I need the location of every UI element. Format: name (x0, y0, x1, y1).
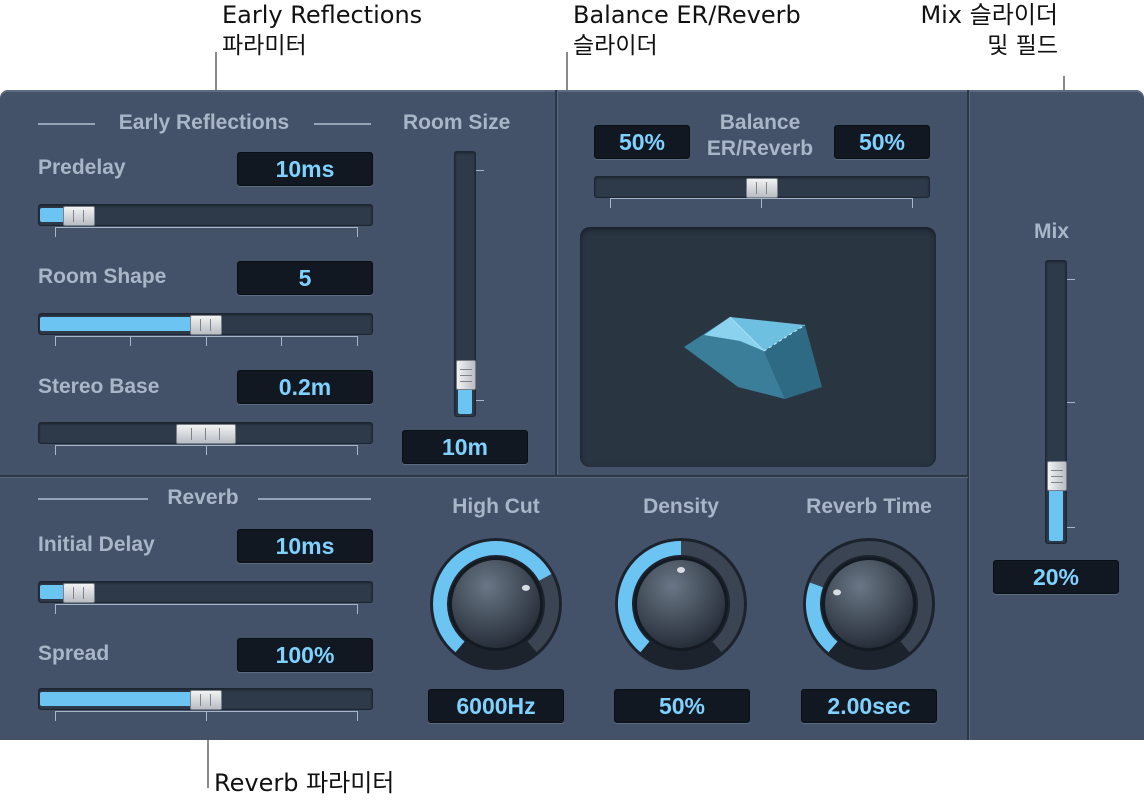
balance-label-line1: Balance (719, 111, 801, 134)
room-shape-ticks (55, 336, 358, 346)
balance-er-reverb-slider[interactable] (594, 176, 930, 198)
callout-reverb-line1: Reverb 파라미터 (214, 769, 395, 797)
predelay-ticks (55, 227, 358, 237)
stereo-base-ticks (55, 445, 358, 455)
knob-cap (825, 560, 913, 648)
callout-balance-line2: 슬라이더 (573, 33, 658, 59)
balance-label-line2: ER/Reverb (706, 137, 814, 160)
high-cut-knob[interactable] (428, 536, 564, 672)
knob-cap (637, 560, 725, 648)
callout-balance-line1: Balance ER/Reverb (573, 1, 801, 29)
reverb-time-label: Reverb Time (806, 495, 932, 518)
reverb-time-field[interactable]: 2.00sec (801, 689, 937, 723)
initial-delay-field[interactable]: 10ms (237, 529, 373, 563)
room-shape-slider-thumb[interactable] (190, 315, 222, 335)
callout-mix-line1: Mix 슬라이더 (920, 1, 1058, 29)
spread-slider-thumb[interactable] (190, 690, 222, 710)
reverb-time-knob[interactable] (801, 536, 937, 672)
mix-label: Mix (1034, 220, 1070, 243)
knob-cap (452, 560, 540, 648)
knob-indicator (677, 567, 685, 573)
predelay-slider-thumb[interactable] (63, 206, 95, 226)
room-size-slider[interactable] (454, 151, 476, 417)
room-size-label: Room Size (403, 111, 511, 134)
room-shape-display (580, 227, 936, 467)
initial-delay-ticks (55, 604, 358, 614)
balance-slider-thumb[interactable] (746, 178, 778, 198)
callout-early-reflections-line2: 파라미터 (222, 33, 307, 59)
predelay-field[interactable]: 10ms (237, 152, 373, 186)
balance-er-field[interactable]: 50% (594, 125, 690, 159)
room-shape-slider-fill (40, 317, 207, 331)
stereo-base-slider-thumb[interactable] (176, 424, 236, 444)
mix-field[interactable]: 20% (993, 560, 1119, 594)
balance-reverb-field[interactable]: 50% (834, 125, 930, 159)
er-section-title: Early Reflections (118, 111, 290, 134)
predelay-label: Predelay (38, 156, 126, 179)
stereo-base-label: Stereo Base (38, 375, 160, 398)
callout-balance: Balance ER/Reverb 슬라이더 (573, 0, 801, 62)
spread-label: Spread (38, 642, 110, 665)
mix-slider[interactable] (1045, 260, 1067, 544)
density-knob[interactable] (613, 536, 749, 672)
high-cut-label: High Cut (452, 495, 540, 518)
initial-delay-slider-thumb[interactable] (63, 583, 95, 603)
divider-mix (967, 90, 969, 740)
room-shape-field[interactable]: 5 (237, 261, 373, 295)
initial-delay-label: Initial Delay (38, 533, 155, 556)
reverb-title-line-right (258, 498, 371, 500)
room-shape-slider[interactable] (38, 313, 373, 335)
spread-ticks (55, 711, 358, 721)
density-label: Density (643, 495, 719, 518)
stereo-base-field[interactable]: 0.2m (237, 370, 373, 404)
er-title-line-right (314, 123, 371, 125)
callout-early-reflections: Early Reflections 파라미터 (222, 0, 422, 62)
callout-early-reflections-leader (215, 52, 217, 92)
room-size-slider-thumb[interactable] (456, 360, 476, 390)
enverb-plugin-panel: Early Reflections Predelay 10ms Room Sha… (0, 90, 1144, 740)
callout-mix: Mix 슬라이더 및 필드 (880, 0, 1058, 62)
divider-er-reverb (0, 475, 968, 477)
reverb-title-line-left (38, 498, 148, 500)
mix-slider-thumb[interactable] (1047, 461, 1067, 491)
reverb-section-title: Reverb (167, 486, 239, 509)
predelay-slider[interactable] (38, 204, 373, 226)
initial-delay-slider[interactable] (38, 581, 373, 603)
balance-ticks (610, 198, 913, 208)
callout-early-reflections-line1: Early Reflections (222, 1, 423, 29)
divider-er-balance (555, 90, 557, 476)
spread-slider[interactable] (38, 688, 373, 710)
callout-reverb: Reverb 파라미터 (214, 768, 394, 799)
stereo-base-slider[interactable] (38, 422, 373, 444)
spread-slider-fill (40, 692, 207, 706)
callout-reverb-leader (207, 740, 209, 788)
spread-field[interactable]: 100% (237, 638, 373, 672)
callout-mix-line2: 및 필드 (987, 33, 1058, 59)
room-size-field[interactable]: 10m (402, 430, 528, 464)
room-shape-label: Room Shape (38, 265, 167, 288)
room-shape-3d-icon (684, 316, 822, 399)
knob-indicator (521, 584, 530, 591)
knob-indicator (833, 589, 842, 596)
er-title-line-left (38, 123, 95, 125)
high-cut-field[interactable]: 6000Hz (428, 689, 564, 723)
density-field[interactable]: 50% (614, 689, 750, 723)
